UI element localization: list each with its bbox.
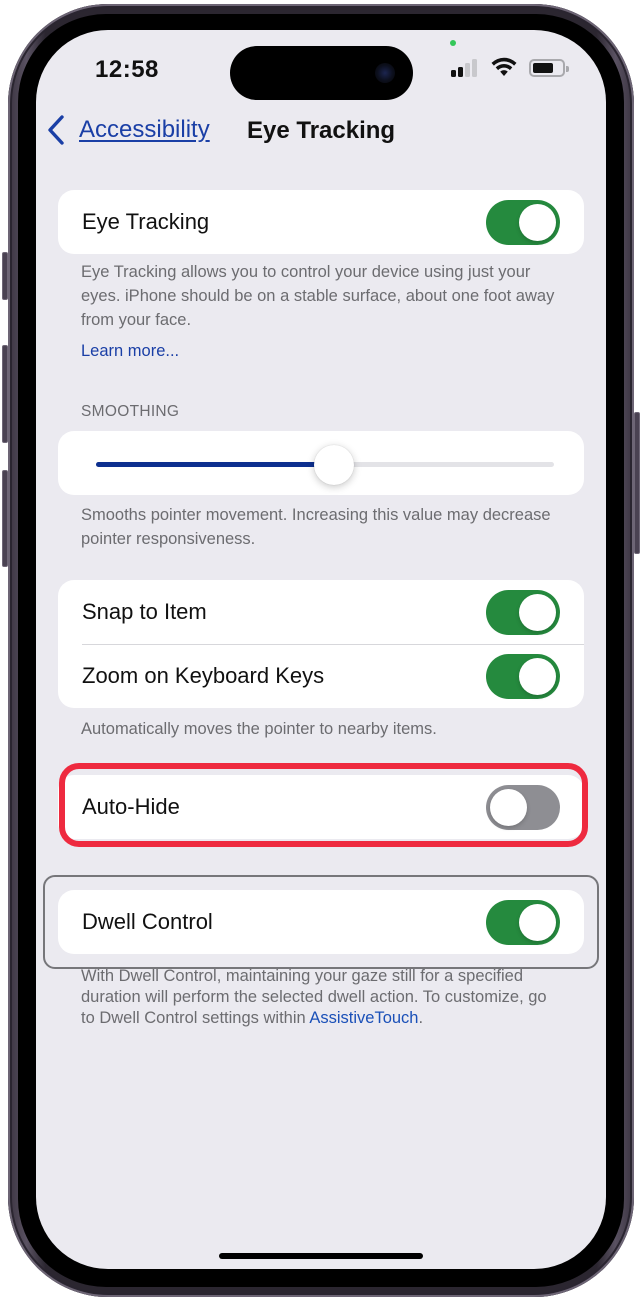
volume-up-button [2, 345, 8, 443]
eye-tracking-group: Eye Tracking [58, 190, 584, 254]
toggle-knob [519, 658, 556, 695]
smoothing-description: Smooths pointer movement. Increasing thi… [81, 506, 551, 548]
eye-tracking-row: Eye Tracking [58, 190, 584, 254]
eye-tracking-toggle[interactable] [486, 200, 560, 245]
snap-to-item-row: Snap to Item [58, 580, 584, 644]
assistivetouch-link[interactable]: AssistiveTouch [309, 1009, 418, 1027]
pointer-options-description: Automatically moves the pointer to nearb… [81, 720, 437, 738]
dwell-description-suffix: . [418, 1009, 424, 1027]
battery-nub [566, 66, 569, 72]
battery-level-fill [533, 63, 553, 73]
wifi-icon [491, 57, 517, 76]
volume-down-button [2, 470, 8, 567]
zoom-on-keyboard-keys-label: Zoom on Keyboard Keys [82, 663, 325, 688]
mute-switch [2, 252, 8, 300]
home-indicator[interactable] [219, 1253, 423, 1259]
learn-more-link[interactable]: Learn more... [81, 342, 179, 361]
eye-tracking-description: Eye Tracking allows you to control your … [81, 263, 555, 329]
zoom-on-keyboard-keys-row: Zoom on Keyboard Keys [58, 644, 584, 708]
dwell-control-outline-box [43, 875, 599, 969]
screen: 12:58 Accessibility Eye Tracking Eye Tra… [36, 30, 606, 1269]
chevron-left-icon [48, 115, 64, 145]
smoothing-slider-thumb[interactable] [314, 445, 355, 485]
toggle-knob [519, 594, 556, 631]
pointer-options-group: Snap to Item Zoom on Keyboard Keys [58, 580, 584, 708]
smoothing-header: SMOOTHING [81, 403, 180, 420]
dynamic-island [230, 46, 413, 100]
battery-icon [529, 59, 569, 77]
zoom-on-keyboard-keys-toggle[interactable] [486, 654, 560, 699]
eye-tracking-label: Eye Tracking [82, 209, 210, 234]
dwell-control-description: With Dwell Control, maintaining your gaz… [81, 966, 561, 1029]
snap-to-item-label: Snap to Item [82, 599, 207, 624]
front-camera-icon [375, 63, 395, 83]
snap-to-item-toggle[interactable] [486, 590, 560, 635]
smoothing-group [58, 431, 584, 495]
toggle-knob [519, 204, 556, 241]
privacy-indicator-dot [450, 40, 456, 46]
smoothing-slider-fill [96, 462, 335, 467]
cellular-signal-icon [451, 59, 479, 77]
smoothing-slider[interactable] [96, 445, 554, 485]
status-time: 12:58 [95, 56, 159, 83]
auto-hide-highlight-box [59, 763, 588, 847]
power-button [634, 412, 640, 554]
back-button[interactable]: Accessibility [46, 114, 210, 146]
page-title: Eye Tracking [247, 117, 396, 144]
back-button-label: Accessibility [79, 116, 210, 143]
